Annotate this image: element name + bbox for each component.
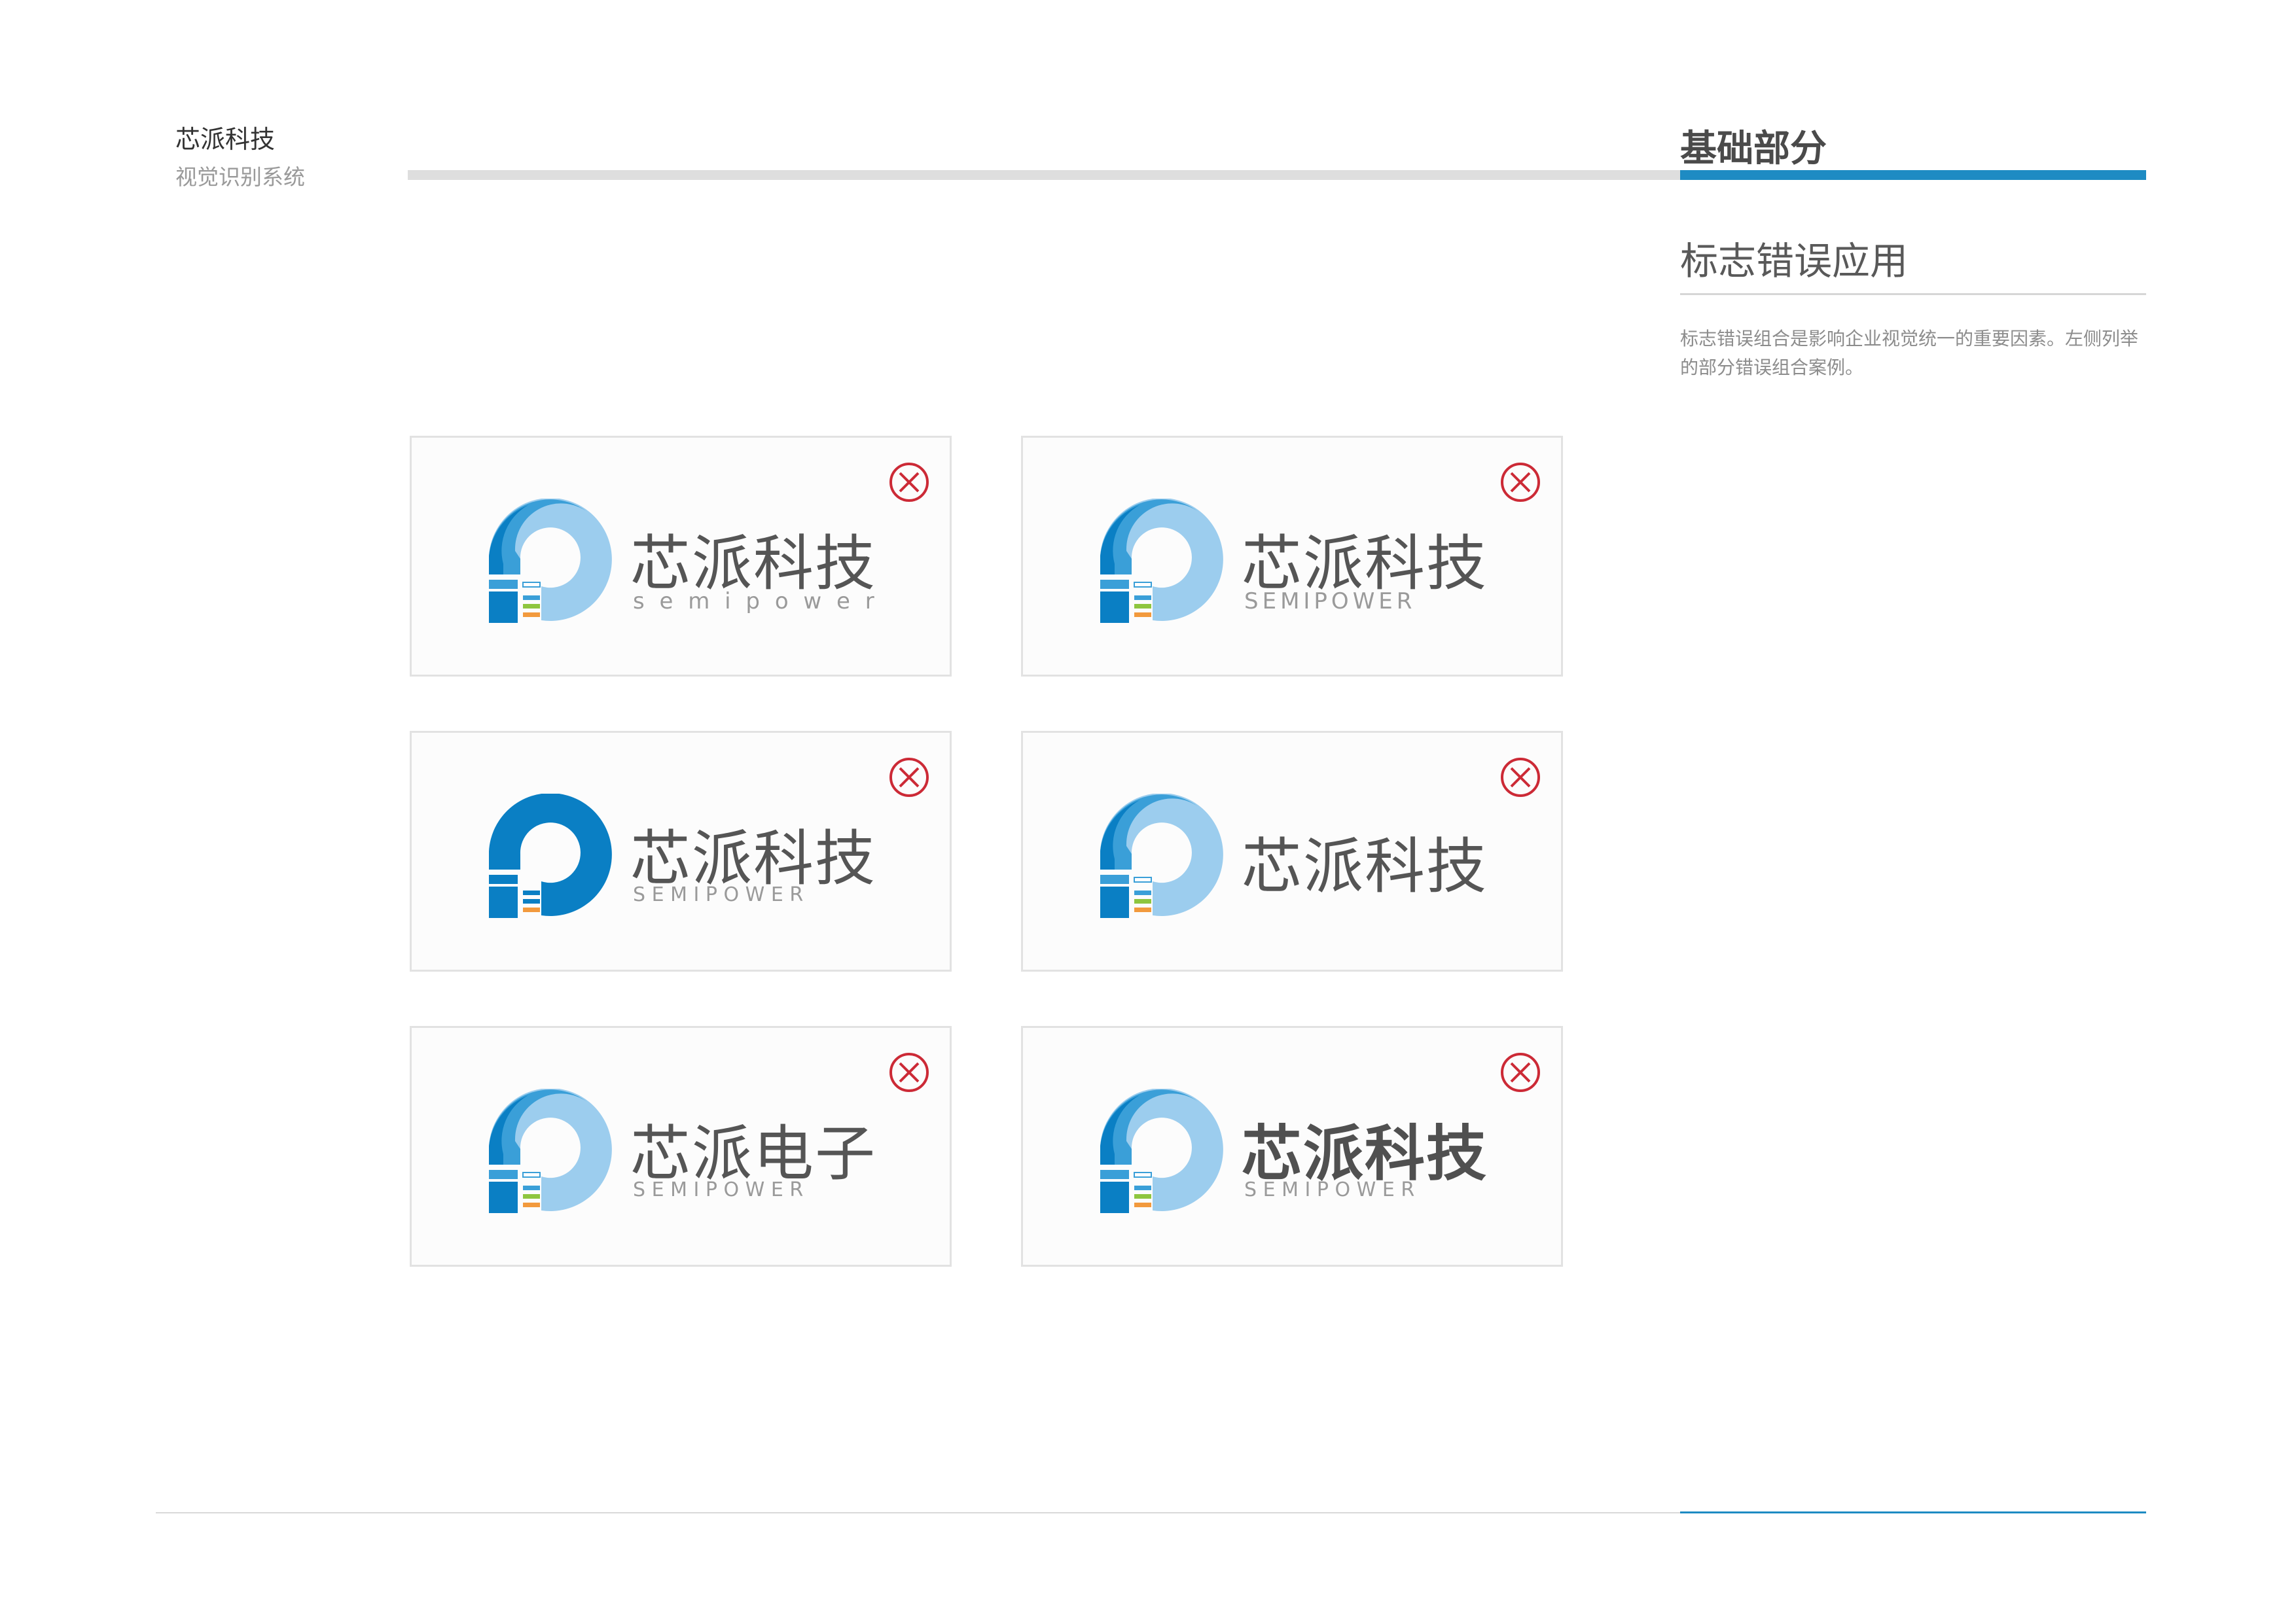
logo-mark-icon <box>1100 794 1223 918</box>
section-title: 基础部分 <box>1680 128 1827 170</box>
logo-tagline: S E M I P O W E R <box>1244 1178 1415 1201</box>
example-card-1: 芯派科技 s e m i p o w e r <box>410 436 952 677</box>
brand-subtitle: 视觉识别系统 <box>175 164 305 190</box>
logo-mark-icon <box>1100 1089 1223 1213</box>
logo-mark-icon <box>489 499 612 623</box>
page-subtitle: 标志错误应用 <box>1680 239 1909 283</box>
example-card-5: 芯派电子 S E M I P O W E R <box>410 1026 952 1267</box>
description-text: 标志错误组合是影响企业视觉统一的重要因素。左侧列举的部分错误组合案例。 <box>1680 328 2139 378</box>
logo-tagline: S E M I P O W E R <box>633 1178 804 1201</box>
wrong-icon <box>888 756 930 798</box>
logo-mark-icon <box>489 794 612 918</box>
logo-mark-icon <box>1100 499 1223 623</box>
logo-tagline: SEMIPOWER <box>1244 588 1416 614</box>
logo-tagline: s e m i p o w e r <box>633 588 878 614</box>
wrong-icon <box>888 461 930 503</box>
logo-tagline: S E M I P O W E R <box>633 883 804 906</box>
wrong-icon <box>1499 756 1541 798</box>
example-card-3: 芯派科技 S E M I P O W E R <box>410 731 952 972</box>
logo-mark-icon <box>489 1089 612 1213</box>
header-accent-bar <box>1680 170 2146 180</box>
footer-divider <box>156 1512 1680 1513</box>
wrong-icon <box>1499 1051 1541 1093</box>
subtitle-divider <box>1680 293 2146 295</box>
footer-accent-bar <box>1680 1511 2146 1513</box>
wrong-icon <box>888 1051 930 1093</box>
brand-name: 芯派科技 <box>175 125 276 154</box>
wrong-icon <box>1499 461 1541 503</box>
example-card-2: 芯派科技 SEMIPOWER <box>1021 436 1563 677</box>
header-divider <box>408 170 1680 180</box>
logo-wordmark: 芯派科技 <box>1242 832 1488 902</box>
example-card-4: 芯派科技 <box>1021 731 1563 972</box>
example-card-6: 芯派科技 S E M I P O W E R <box>1021 1026 1563 1267</box>
